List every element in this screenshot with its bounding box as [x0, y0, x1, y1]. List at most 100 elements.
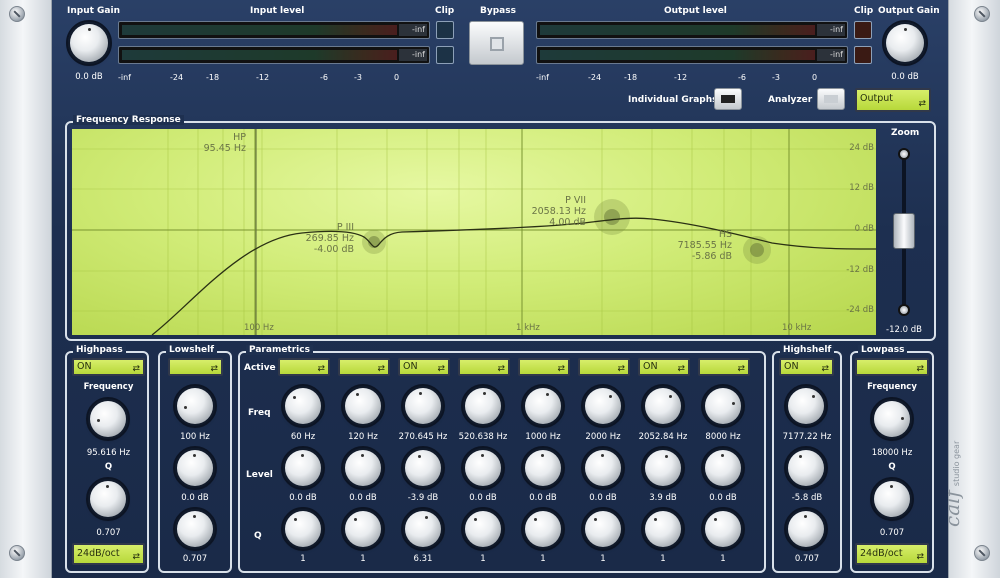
band-toggle[interactable]: ON ⇄ [638, 358, 690, 376]
band-freq-value: 1000 Hz [525, 432, 561, 442]
highpass-slope-select[interactable]: 24dB/oct ⇄ [72, 543, 145, 565]
lowpass-freq-knob[interactable] [870, 397, 914, 441]
band-q-value: 1 [300, 554, 306, 564]
band-freq-value: 520.638 Hz [458, 432, 508, 442]
band-freq-knob[interactable] [521, 384, 565, 428]
band-q-knob[interactable] [341, 507, 385, 551]
input-gain-label: Input Gain [67, 6, 120, 16]
band-freq-value: 60 Hz [290, 432, 316, 442]
band-q-knob[interactable] [701, 507, 745, 551]
band-level-value: 0.0 dB [349, 493, 377, 503]
lowpass-toggle[interactable]: ⇄ [855, 358, 929, 376]
band-freq-knob[interactable] [401, 384, 445, 428]
band-freq-value: 2052.84 Hz [638, 432, 688, 442]
zoom-end-top [898, 148, 910, 160]
band-level-knob[interactable] [641, 446, 685, 490]
output-gain-value: 0.0 dB [891, 72, 919, 82]
band-toggle[interactable]: ⇄ [458, 358, 510, 376]
band-q-knob[interactable] [281, 507, 325, 551]
band-level-knob[interactable] [581, 446, 625, 490]
highpass-toggle[interactable]: ON ⇄ [72, 358, 145, 376]
input-gain-knob[interactable] [66, 20, 112, 66]
output-gain-knob[interactable] [882, 20, 928, 66]
bypass-button[interactable] [469, 21, 524, 65]
level-row-label: Level [246, 470, 273, 480]
highpass-freq-label: Frequency [83, 382, 134, 392]
band-level-value: 3.9 dB [649, 493, 677, 503]
output-meter-right: -inf [536, 46, 848, 64]
band-level-knob[interactable] [401, 446, 445, 490]
band-toggle[interactable]: ON ⇄ [398, 358, 450, 376]
highpass-q-knob[interactable] [86, 477, 130, 521]
band-level-knob[interactable] [461, 446, 505, 490]
lowshelf-level-knob[interactable] [173, 446, 217, 490]
band-q-knob[interactable] [581, 507, 625, 551]
highpass-freq-knob[interactable] [86, 397, 130, 441]
lowshelf-q-knob[interactable] [173, 507, 217, 551]
highshelf-level-knob[interactable] [784, 446, 828, 490]
band-freq-knob[interactable] [281, 384, 325, 428]
band-level-knob[interactable] [701, 446, 745, 490]
band-q-knob[interactable] [521, 507, 565, 551]
band-freq-value: 120 Hz [348, 432, 378, 442]
band-q-knob[interactable] [401, 507, 445, 551]
swap-icon: ⇄ [916, 552, 924, 562]
db-label: -12 dB [846, 265, 874, 275]
lowpass-q-knob[interactable] [870, 477, 914, 521]
band-level-knob[interactable] [341, 446, 385, 490]
band-freq-knob[interactable] [461, 384, 505, 428]
individual-graphs-label: Individual Graphs [628, 95, 718, 105]
output-clip-label: Clip [854, 6, 874, 16]
band-toggle[interactable]: ⇄ [698, 358, 750, 376]
swap-icon: ⇄ [437, 364, 445, 374]
band-freq-knob[interactable] [701, 384, 745, 428]
lowpass-freq-label: Frequency [867, 382, 917, 392]
output-clip-led-left[interactable] [854, 21, 872, 39]
rack-ear-left [0, 0, 52, 578]
band-q-value: 1 [480, 554, 486, 564]
swap-icon: ⇄ [918, 99, 926, 109]
frequency-graph[interactable]: 24 dB 12 dB 0 dB -12 dB -24 dB 100 Hz 1 … [72, 129, 876, 335]
freq-label: 10 kHz [782, 323, 812, 333]
band-level-value: -3.9 dB [407, 493, 439, 503]
analyzer-toggle[interactable] [817, 88, 845, 110]
input-clip-led-right[interactable] [436, 46, 454, 64]
band-q-knob[interactable] [461, 507, 505, 551]
band-toggle[interactable]: ⇄ [578, 358, 630, 376]
lowshelf-q-value: 0.707 [182, 554, 208, 564]
lowshelf-toggle[interactable]: ⇄ [168, 358, 223, 376]
highshelf-toggle[interactable]: ON ⇄ [779, 358, 834, 376]
band-freq-knob[interactable] [641, 384, 685, 428]
individual-graphs-toggle[interactable] [714, 88, 742, 110]
lowshelf-freq-knob[interactable] [173, 384, 217, 428]
band-freq-knob[interactable] [341, 384, 385, 428]
band-level-value: 0.0 dB [529, 493, 557, 503]
band-level-knob[interactable] [521, 446, 565, 490]
zoom-label: Zoom [891, 128, 920, 138]
marker-hs: HS 7185.55 Hz -5.86 dB [677, 229, 732, 262]
input-clip-led-left[interactable] [436, 21, 454, 39]
band-toggle[interactable]: ⇄ [278, 358, 330, 376]
zoom-slider-thumb[interactable] [893, 213, 915, 249]
input-meter-left: -inf [118, 21, 430, 39]
highshelf-freq-knob[interactable] [784, 384, 828, 428]
output-clip-led-right[interactable] [854, 46, 872, 64]
band-q-knob[interactable] [641, 507, 685, 551]
swap-icon: ⇄ [617, 364, 625, 374]
highshelf-q-knob[interactable] [784, 507, 828, 551]
band-toggle[interactable]: ⇄ [518, 358, 570, 376]
analyzer-mode-select[interactable]: Output ⇄ [855, 88, 931, 112]
highpass-q-label: Q [104, 462, 113, 472]
band-freq-value: 270.645 Hz [398, 432, 448, 442]
swap-icon: ⇄ [132, 552, 140, 562]
band-freq-knob[interactable] [581, 384, 625, 428]
band-level-value: 0.0 dB [709, 493, 737, 503]
band-level-knob[interactable] [281, 446, 325, 490]
swap-icon: ⇄ [916, 364, 924, 374]
lowpass-q-value: 0.707 [879, 528, 905, 538]
band-freq-value: 2000 Hz [585, 432, 621, 442]
lowpass-title: Lowpass [858, 345, 908, 355]
bypass-icon [490, 37, 504, 51]
band-toggle[interactable]: ⇄ [338, 358, 390, 376]
lowpass-slope-select[interactable]: 24dB/oct ⇄ [855, 543, 929, 565]
